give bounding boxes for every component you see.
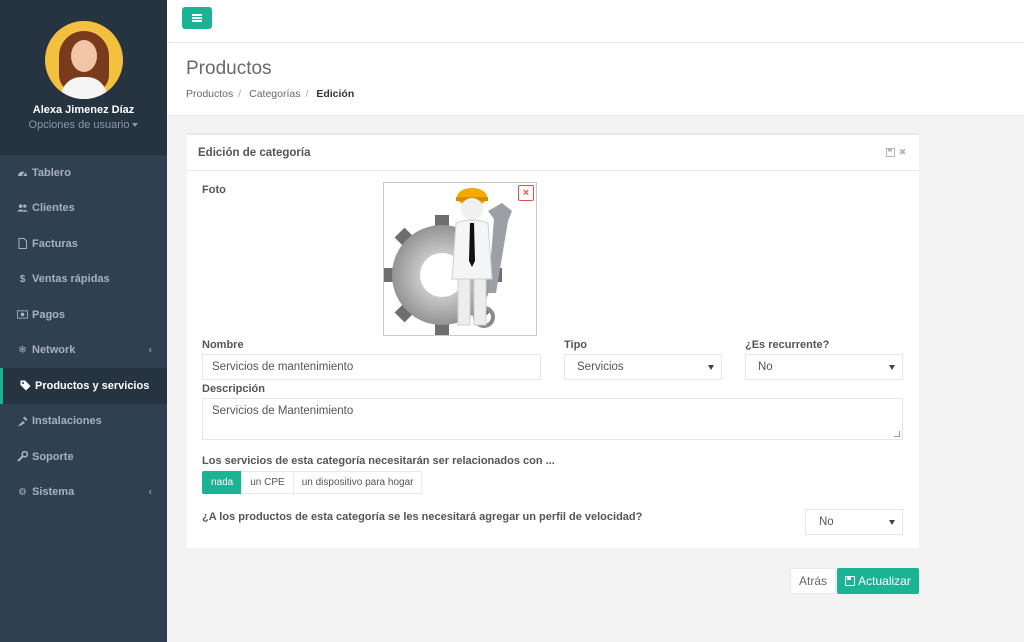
menu-toggle-button[interactable]	[182, 7, 212, 29]
relation-option-cpe[interactable]: un CPE	[241, 471, 294, 494]
sidebar: Alexa Jimenez Díaz Opciones de usuario T…	[0, 0, 167, 642]
page-title: Productos	[186, 58, 272, 79]
photo-label: Foto	[202, 184, 226, 196]
user-profile: Alexa Jimenez Díaz Opciones de usuario	[0, 0, 167, 155]
update-button-label: Actualizar	[858, 574, 911, 588]
tags-icon	[20, 380, 31, 391]
relation-label: Los servicios de esta categoría necesita…	[202, 455, 555, 467]
save-icon	[845, 576, 856, 586]
relation-option-nada[interactable]: nada	[202, 471, 243, 494]
name-input[interactable]: Servicios de mantenimiento	[202, 354, 541, 380]
save-icon[interactable]	[886, 148, 895, 157]
sidebar-item-facturas[interactable]: Facturas	[0, 226, 167, 262]
network-icon: ❄	[18, 344, 27, 356]
type-select[interactable]: Servicios	[564, 354, 722, 380]
user-name: Alexa Jimenez Díaz	[32, 104, 135, 116]
type-select-value: Servicios	[577, 361, 624, 373]
mechanic-gear-illustration	[384, 188, 512, 335]
wrench-icon	[17, 451, 28, 462]
sidebar-item-label: Ventas rápidas	[32, 273, 110, 286]
breadcrumb-link-categorias[interactable]: Categorías	[249, 88, 300, 100]
category-photo[interactable]: ×	[383, 182, 537, 336]
sidebar-item-ventas-rapidas[interactable]: $ Ventas rápidas	[0, 262, 167, 298]
hamburger-icon	[192, 14, 202, 22]
file-icon	[17, 238, 28, 250]
resize-handle[interactable]	[894, 431, 900, 437]
back-button-label: Atrás	[798, 574, 827, 588]
top-navbar	[167, 0, 1024, 43]
cogs-icon: ⚙	[18, 486, 27, 498]
chevron-left-icon: ‹	[148, 486, 152, 498]
sidebar-item-label: Facturas	[32, 237, 78, 250]
relation-option-home-device[interactable]: un dispositivo para hogar	[292, 471, 423, 494]
type-label: Tipo	[564, 339, 588, 351]
caret-down-icon	[889, 365, 895, 370]
name-label: Nombre	[202, 339, 244, 351]
description-value: Servicios de Mantenimiento	[212, 405, 354, 417]
avatar[interactable]	[44, 21, 123, 99]
recurrent-label: ¿Es recurrente?	[745, 339, 830, 351]
breadcrumb-current: Edición	[316, 88, 355, 100]
chevron-left-icon: ‹	[148, 344, 152, 356]
caret-down-icon	[889, 520, 895, 525]
users-icon	[17, 203, 28, 214]
recurrent-select[interactable]: No	[745, 354, 903, 380]
dollar-icon: $	[19, 273, 26, 285]
page-heading: Productos Productos / Categorías / Edición	[167, 43, 1024, 116]
sidebar-nav: Tablero Clientes Facturas $ Ventas rápid…	[0, 155, 167, 510]
speed-profile-select[interactable]: No	[805, 509, 903, 535]
caret-down-icon	[132, 123, 139, 128]
install-icon	[17, 416, 28, 427]
panel-title: Edición de categoría	[198, 146, 311, 159]
sidebar-item-label: Clientes	[32, 202, 75, 215]
panel-tools: ✖	[886, 148, 907, 157]
speed-profile-label: ¿A los productos de esta categoría se le…	[202, 511, 643, 523]
sidebar-item-clientes[interactable]: Clientes	[0, 191, 167, 227]
sidebar-item-label: Tablero	[32, 166, 71, 179]
description-label: Descripción	[202, 383, 265, 395]
description-textarea[interactable]: Servicios de Mantenimiento	[202, 398, 903, 440]
name-input-value: Servicios de mantenimiento	[212, 361, 354, 373]
sidebar-item-sistema[interactable]: ⚙ Sistema ‹	[0, 475, 167, 511]
sidebar-item-productos-y-servicios[interactable]: Productos y servicios	[0, 368, 167, 404]
dashboard-icon	[17, 167, 28, 178]
user-options-dropdown[interactable]: Opciones de usuario	[0, 119, 167, 131]
speed-profile-value: No	[819, 516, 834, 528]
recurrent-select-value: No	[758, 361, 773, 373]
sidebar-item-soporte[interactable]: Soporte	[0, 439, 167, 475]
sidebar-item-label: Sistema	[32, 486, 75, 499]
remove-photo-button[interactable]: ×	[518, 185, 534, 201]
caret-down-icon	[708, 365, 714, 370]
sidebar-item-label: Productos y servicios	[35, 379, 150, 392]
sidebar-item-instalaciones[interactable]: Instalaciones	[0, 404, 167, 440]
sidebar-item-tablero[interactable]: Tablero	[0, 155, 167, 191]
back-button[interactable]: Atrás	[790, 568, 836, 594]
sidebar-item-label: Network	[32, 344, 76, 357]
relation-button-group: nada un CPE un dispositivo para hogar	[202, 471, 423, 494]
sidebar-item-label: Pagos	[32, 308, 66, 321]
sidebar-item-pagos[interactable]: Pagos	[0, 297, 167, 333]
breadcrumb: Productos / Categorías / Edición	[186, 88, 355, 100]
sidebar-item-network[interactable]: ❄ Network ‹	[0, 333, 167, 369]
money-icon	[17, 309, 28, 320]
sidebar-item-label: Soporte	[32, 450, 74, 463]
category-edit-panel: Edición de categoría ✖ Foto × Nombre Ser…	[187, 133, 919, 548]
update-button[interactable]: Actualizar	[837, 568, 919, 594]
close-icon[interactable]: ✖	[898, 148, 907, 157]
panel-header: Edición de categoría ✖	[187, 135, 919, 171]
user-options-label: Opciones de usuario	[28, 119, 130, 131]
sidebar-item-label: Instalaciones	[32, 415, 102, 428]
breadcrumb-link-productos[interactable]: Productos	[186, 88, 233, 100]
